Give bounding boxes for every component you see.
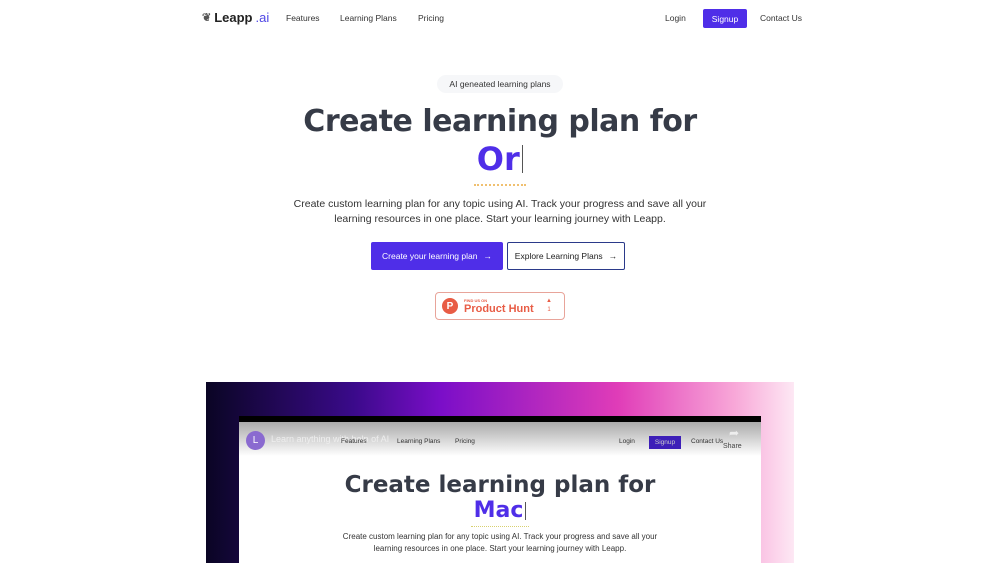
logo[interactable]: ❦ Leapp .ai — [202, 10, 269, 25]
nav-learning-plans[interactable]: Learning Plans — [340, 13, 397, 23]
nav-pricing[interactable]: Pricing — [418, 13, 444, 23]
vote-count: 1 — [547, 307, 551, 313]
signup-button[interactable]: Signup — [703, 9, 747, 28]
create-plan-button[interactable]: Create your learning plan → — [371, 242, 503, 270]
video-title[interactable]: Learn anything with help of AI — [271, 434, 389, 444]
channel-avatar[interactable]: L — [246, 431, 265, 450]
share-label[interactable]: Share — [723, 443, 742, 450]
login-link[interactable]: Login — [665, 13, 686, 23]
product-hunt-badge[interactable]: P FIND US ON Product Hunt ▲ 1 — [435, 292, 565, 320]
product-hunt-logo: P — [442, 298, 458, 314]
typed-topic: Or — [0, 140, 1000, 178]
arrow-right-icon: → — [608, 251, 618, 261]
upvote-triangle-icon: ▲ — [546, 298, 552, 304]
arrow-right-icon: → — [483, 251, 492, 261]
dotted-underline — [474, 184, 526, 186]
hero-badge: AI geneated learning plans — [437, 75, 563, 93]
top-nav: ❦ Leapp .ai Features Learning Plans Pricin… — [0, 0, 1000, 36]
share-icon[interactable]: ➦ — [729, 426, 739, 440]
hero-subtitle: Create custom learning plan for any topi… — [293, 198, 707, 225]
video-section: L Learn anything with help of AI Feature… — [206, 382, 794, 563]
contact-link[interactable]: Contact Us — [760, 13, 802, 23]
video-player[interactable]: L Learn anything with help of AI Feature… — [239, 416, 761, 563]
hero-title: Create learning plan for — [303, 104, 697, 139]
tree-icon: ❦ — [202, 12, 212, 24]
text-caret — [521, 145, 524, 173]
nav-features[interactable]: Features — [286, 13, 320, 23]
explore-plans-button[interactable]: Explore Learning Plans → — [507, 242, 625, 270]
